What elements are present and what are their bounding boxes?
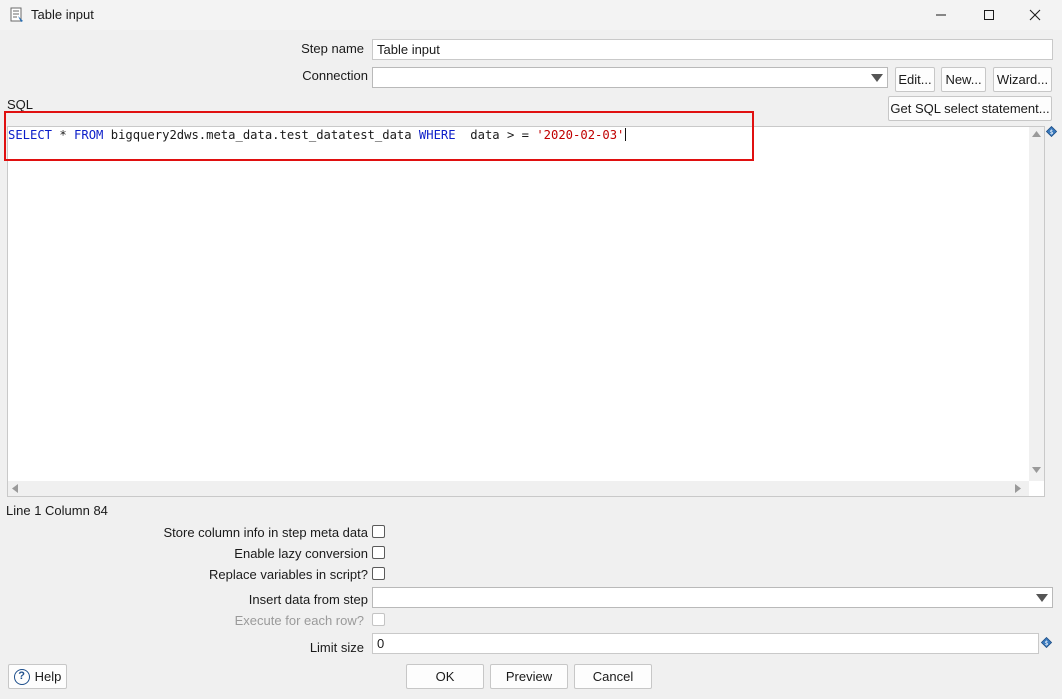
scroll-right-icon[interactable]	[1015, 484, 1021, 493]
execute-for-each-row-checkbox[interactable]	[372, 613, 385, 626]
chevron-down-icon	[871, 74, 883, 82]
window-title: Table input	[31, 7, 94, 22]
ok-button[interactable]: OK	[406, 664, 484, 689]
store-column-info-checkbox[interactable]	[372, 525, 385, 538]
limit-size-label: Limit size	[309, 640, 364, 655]
highlight-box	[4, 111, 754, 161]
insert-data-from-step-select[interactable]	[372, 587, 1053, 608]
connection-select[interactable]	[372, 67, 888, 88]
svg-text:$: $	[1050, 129, 1054, 136]
new-connection-button[interactable]: New...	[941, 67, 986, 92]
scroll-left-icon[interactable]	[12, 484, 18, 493]
title-bar	[0, 0, 1062, 30]
sql-horizontal-scrollbar[interactable]	[8, 481, 1029, 496]
help-button[interactable]: ? Help	[8, 664, 67, 689]
replace-variables-checkbox[interactable]	[372, 567, 385, 580]
sql-label: SQL	[7, 97, 34, 112]
edit-connection-button[interactable]: Edit...	[895, 67, 935, 92]
cancel-button[interactable]: Cancel	[574, 664, 652, 689]
limit-size-input[interactable]: 0	[372, 633, 1039, 654]
store-column-info-label: Store column info in step meta data	[163, 525, 368, 540]
help-icon: ?	[13, 668, 30, 685]
get-sql-select-button[interactable]: Get SQL select statement...	[888, 96, 1052, 121]
close-icon	[1029, 9, 1041, 21]
enable-lazy-conversion-label: Enable lazy conversion	[234, 546, 368, 561]
enable-lazy-conversion-checkbox[interactable]	[372, 546, 385, 559]
wizard-button[interactable]: Wizard...	[993, 67, 1052, 92]
minimize-button[interactable]	[918, 0, 964, 30]
scroll-up-icon[interactable]	[1032, 131, 1041, 137]
preview-button[interactable]: Preview	[490, 664, 568, 689]
cursor-position-status: Line 1 Column 84	[6, 503, 108, 518]
variable-diamond-icon: $	[1041, 637, 1052, 648]
help-button-label: Help	[34, 669, 62, 684]
chevron-down-icon	[1036, 594, 1048, 602]
scroll-down-icon[interactable]	[1032, 467, 1041, 473]
step-name-label: Step name	[301, 41, 364, 56]
variable-diamond-icon: $	[1046, 126, 1057, 137]
close-button[interactable]	[1012, 0, 1058, 30]
connection-label: Connection	[302, 68, 368, 83]
maximize-icon	[984, 10, 994, 20]
maximize-button[interactable]	[966, 0, 1012, 30]
execute-for-each-row-label: Execute for each row?	[234, 613, 364, 628]
sql-editor[interactable]	[7, 126, 1045, 497]
step-name-input[interactable]: Table input	[372, 39, 1053, 60]
svg-text:$: $	[1045, 640, 1049, 647]
minimize-icon	[936, 14, 946, 16]
insert-data-from-step-label: Insert data from step	[248, 592, 368, 607]
replace-variables-label: Replace variables in script?	[209, 567, 368, 582]
sql-vertical-scrollbar[interactable]	[1029, 127, 1044, 481]
table-input-icon	[10, 7, 23, 22]
